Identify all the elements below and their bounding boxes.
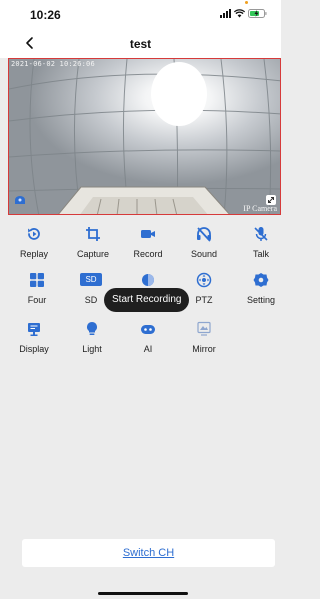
mirror-label: Mirror bbox=[192, 344, 216, 354]
setting-button[interactable]: Setting bbox=[234, 261, 288, 305]
four-view-button[interactable]: Four bbox=[10, 261, 64, 305]
replay-label: Replay bbox=[19, 249, 48, 259]
video-timestamp: 2021-06-02 10:26:06 bbox=[11, 60, 95, 68]
fullscreen-button[interactable] bbox=[266, 192, 276, 205]
status-icons bbox=[220, 9, 267, 18]
capture-label: Capture bbox=[76, 249, 110, 259]
page-title: test bbox=[129, 37, 152, 51]
lightbulb-icon bbox=[84, 321, 100, 337]
nav-bar: test bbox=[0, 28, 281, 58]
display-button[interactable]: Display bbox=[7, 310, 61, 354]
sound-icon bbox=[196, 226, 212, 242]
monitor-icon bbox=[26, 321, 42, 337]
ai-button[interactable]: AI bbox=[121, 310, 175, 354]
wifi-icon bbox=[234, 9, 245, 18]
control-row: Display Light AI Mirror bbox=[0, 310, 281, 354]
camera-icon bbox=[14, 192, 26, 210]
camera-feed-image bbox=[9, 59, 280, 214]
brightness-icon bbox=[140, 272, 156, 288]
gear-icon bbox=[253, 272, 269, 288]
home-indicator bbox=[98, 592, 188, 595]
cellular-signal-icon bbox=[220, 9, 231, 18]
start-recording-tooltip: Start Recording bbox=[104, 288, 190, 312]
crop-icon bbox=[85, 226, 101, 242]
light-label: Light bbox=[82, 344, 102, 354]
ai-icon bbox=[140, 321, 156, 337]
control-row: Replay Capture Record Sound Talk bbox=[0, 215, 281, 259]
capture-button[interactable]: Capture bbox=[66, 215, 120, 259]
four-label: Four bbox=[27, 295, 47, 305]
battery-charging-icon bbox=[248, 9, 267, 18]
display-label: Display bbox=[19, 344, 49, 354]
mirror-button[interactable]: Mirror bbox=[177, 310, 231, 354]
microphone-muted-icon bbox=[253, 226, 269, 242]
mirror-icon bbox=[196, 321, 212, 337]
switch-channel-button[interactable]: Switch CH bbox=[22, 539, 275, 567]
sound-button[interactable]: Sound bbox=[177, 215, 231, 259]
setting-label: Setting bbox=[246, 295, 276, 305]
status-time: 10:26 bbox=[30, 8, 61, 22]
talk-label: Talk bbox=[252, 249, 269, 259]
sd-badge: SD bbox=[80, 273, 102, 289]
sound-label: Sound bbox=[190, 249, 218, 259]
replay-button[interactable]: Replay bbox=[7, 215, 61, 259]
talk-button[interactable]: Talk bbox=[234, 215, 288, 259]
ai-label: AI bbox=[143, 344, 153, 354]
camera-label: IP Camera bbox=[243, 204, 277, 213]
grid-four-icon bbox=[29, 272, 45, 288]
replay-icon bbox=[26, 226, 42, 242]
sd-badge-text: SD bbox=[80, 273, 102, 286]
video-camera-icon bbox=[140, 226, 156, 242]
privacy-indicator-dot bbox=[245, 1, 248, 4]
record-button[interactable]: Record bbox=[121, 215, 175, 259]
ptz-icon bbox=[196, 272, 212, 288]
light-button[interactable]: Light bbox=[65, 310, 119, 354]
record-label: Record bbox=[133, 249, 163, 259]
live-video-view[interactable]: 2021-06-02 10:26:06 IP Camera bbox=[8, 58, 281, 215]
status-bar: 10:26 bbox=[0, 0, 281, 28]
